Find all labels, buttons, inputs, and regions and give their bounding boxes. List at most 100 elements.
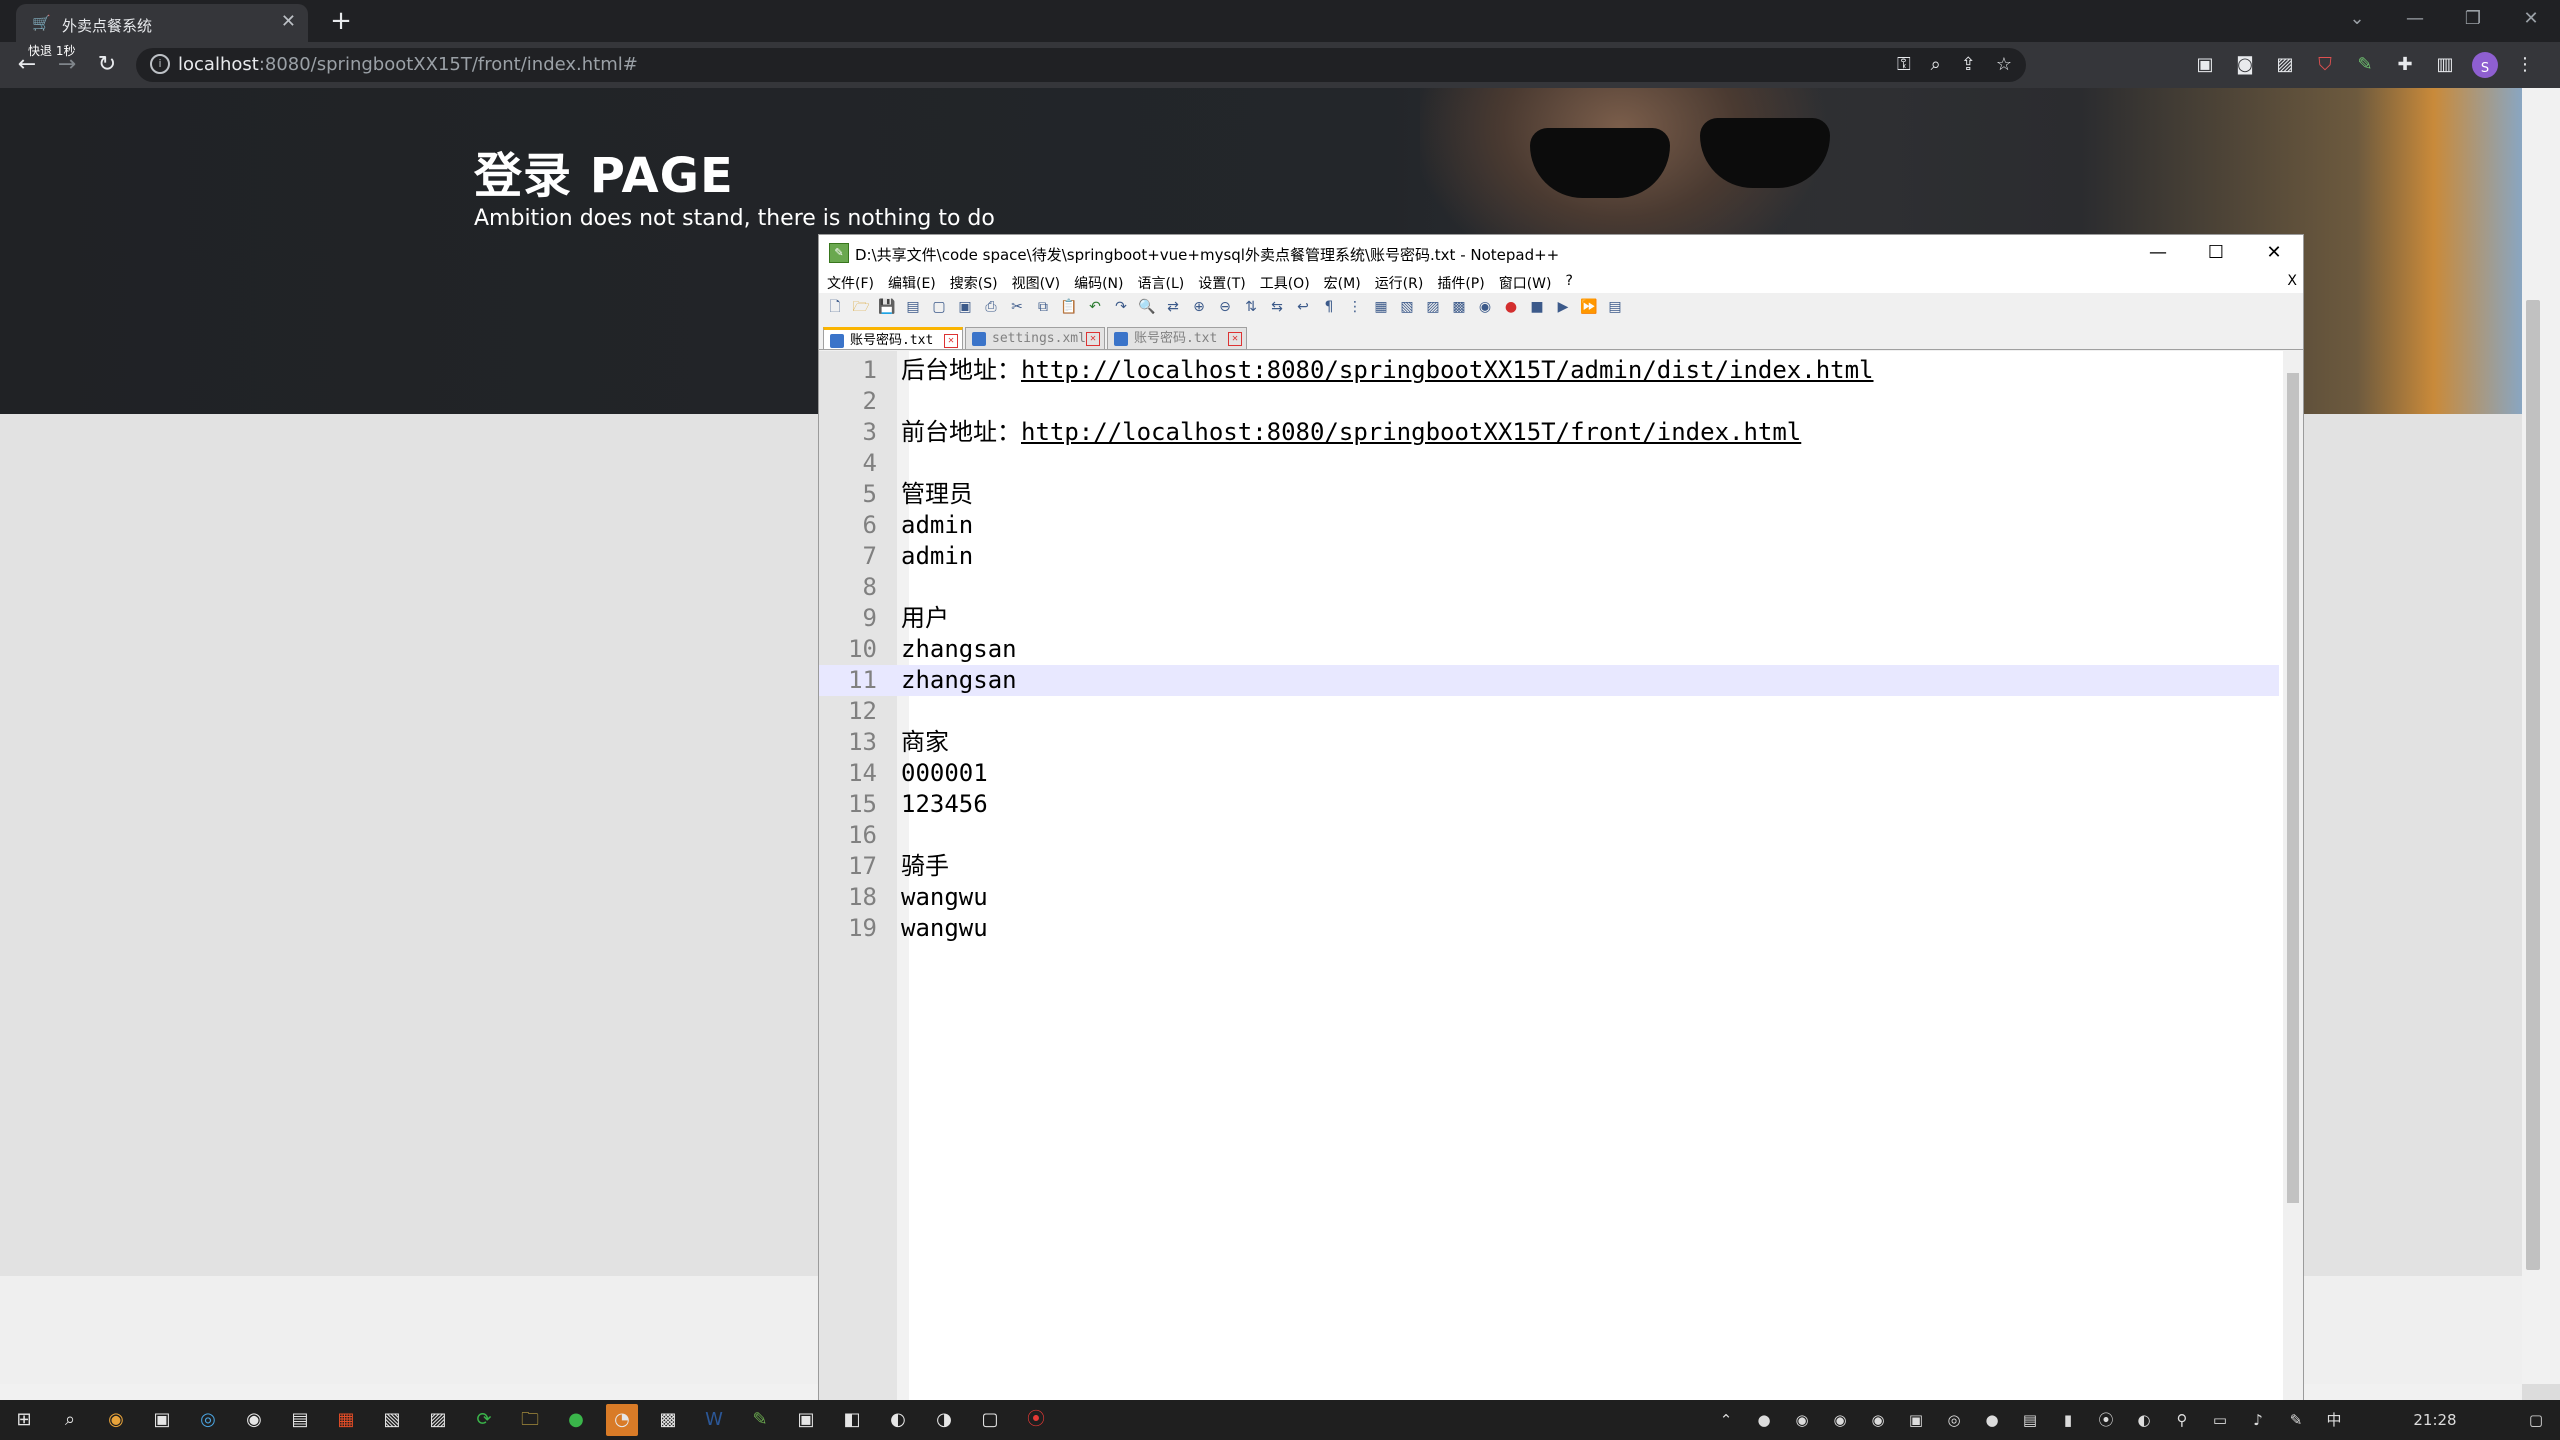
editor-line[interactable]: 10 zhangsan [819,634,2279,665]
notepadpp-taskbar-icon[interactable]: ✎ [744,1404,776,1436]
npp-tab-active[interactable]: 账号密码.txt ✕ [823,327,963,349]
editor-line[interactable]: 2 [819,386,2279,417]
stop-macro-icon[interactable]: ■ [1527,297,1547,317]
edge-icon[interactable]: ◎ [192,1404,224,1436]
editor-line[interactable]: 17 骑手 [819,851,2279,882]
tray-icon[interactable]: ▮ [2056,1404,2080,1436]
cut-icon[interactable]: ✂ [1007,297,1027,317]
reload-button[interactable]: ↻ [90,48,124,82]
search-icon[interactable]: ⌕ [54,1404,86,1436]
open-folder-icon[interactable]: 🗁 [851,297,871,317]
editor-line[interactable]: 9 用户 [819,603,2279,634]
show-all-icon[interactable]: ¶ [1319,297,1339,317]
editor-line[interactable]: 19 wangwu [819,913,2279,944]
print-icon[interactable]: ⎙ [981,297,1001,317]
browser-tab[interactable]: 🛒 外卖点餐系统 ✕ [16,4,308,42]
tray-icon[interactable]: ⚲ [2170,1404,2194,1436]
word-icon[interactable]: W [698,1404,730,1436]
tray-icon[interactable]: ◉ [1866,1404,1890,1436]
close-window-icon[interactable]: ✕ [2502,0,2560,42]
tray-icon[interactable]: ● [1980,1404,2004,1436]
app-icon[interactable]: ▦ [330,1404,362,1436]
close-tab-icon[interactable]: ✕ [281,11,296,32]
npp-menu-item[interactable]: 设置(T) [1198,273,1245,293]
sidepanel-icon[interactable]: ▥ [2432,48,2458,82]
menu-kebab-icon[interactable]: ⋮ [2512,48,2538,82]
app-icon[interactable]: ▨ [422,1404,454,1436]
monitor-icon[interactable]: ◉ [1475,297,1495,317]
save-macro-icon[interactable]: ▤ [1605,297,1625,317]
chrome-icon[interactable]: ◉ [100,1404,132,1436]
npp-menu-item[interactable]: 视图(V) [1012,273,1061,293]
redo-icon[interactable]: ↷ [1111,297,1131,317]
editor-line[interactable]: 5 管理员 [819,479,2279,510]
npp-menu-item[interactable]: 编辑(E) [888,273,936,293]
replace-icon[interactable]: ⇄ [1163,297,1183,317]
page-scrollbar-thumb[interactable] [2526,300,2540,1270]
tab-close-icon[interactable]: ✕ [944,334,958,348]
app-icon[interactable]: ▣ [790,1404,822,1436]
copy-icon[interactable]: ⧉ [1033,297,1053,317]
ime-icon[interactable]: 中 [2322,1404,2346,1436]
editor-lines[interactable]: 1 后台地址：http://localhost:8080/springbootXX… [819,355,2279,944]
wrap-icon[interactable]: ↩ [1293,297,1313,317]
editor-scrollbar-thumb[interactable] [2287,373,2299,1203]
dropper-icon[interactable]: ✎ [2352,48,2378,82]
notification-icon[interactable]: ▢ [2524,1404,2548,1436]
npp-menu-item[interactable]: 运行(R) [1375,273,1424,293]
app-icon[interactable]: ◐ [882,1404,914,1436]
npp-menu-item[interactable]: 宏(M) [1324,273,1361,293]
play-macro-icon[interactable]: ▶ [1553,297,1573,317]
zoom-in-icon[interactable]: ⊕ [1189,297,1209,317]
close-all-icon[interactable]: ▣ [955,297,975,317]
minimize-icon[interactable]: — [2386,0,2444,42]
tray-icon[interactable]: ▣ [1904,1404,1928,1436]
tray-icon[interactable]: ▤ [2018,1404,2042,1436]
func-list-icon[interactable]: ▨ [1423,297,1443,317]
app-icon[interactable]: ◑ [928,1404,960,1436]
find-icon[interactable]: 🔍 [1137,297,1157,317]
editor-line[interactable]: 12 [819,696,2279,727]
editor-line[interactable]: 4 [819,448,2279,479]
npp-maximize-icon[interactable]: ☐ [2187,235,2245,271]
app-icon[interactable]: ◧ [836,1404,868,1436]
app-icon[interactable]: ◔ [606,1404,638,1436]
clock[interactable]: 21:28 [2360,1404,2510,1436]
app-icon[interactable]: ▩ [652,1404,684,1436]
line-link[interactable]: http://localhost:8080/springbootXX15T/ad… [1021,356,1874,384]
run-macro-multiple-icon[interactable]: ⏩ [1579,297,1599,317]
tray-icon[interactable]: ◎ [1942,1404,1966,1436]
editor-line[interactable]: 7 admin [819,541,2279,572]
npp-menu-item[interactable]: 搜索(S) [950,273,998,293]
save-icon[interactable]: 💾 [877,297,897,317]
editor-line[interactable]: 3 前台地址：http://localhost:8080/springbootXX… [819,417,2279,448]
tab-search-icon[interactable]: ⌄ [2328,0,2386,42]
share-icon[interactable]: ⇪ [1961,54,1976,75]
tray-icon[interactable]: ◉ [1790,1404,1814,1436]
restore-icon[interactable]: ❐ [2444,0,2502,42]
bookmark-star-icon[interactable]: ☆ [1996,54,2012,75]
editor-line[interactable]: 1 后台地址：http://localhost:8080/springbootXX… [819,355,2279,386]
profile-avatar[interactable]: S [2472,52,2498,78]
zoom-icon[interactable]: ⌕ [1931,54,1941,75]
key-icon[interactable]: ⚿ [1897,54,1911,75]
tray-expand-icon[interactable]: ⌃ [1714,1404,1738,1436]
indent-guide-icon[interactable]: ⋮ [1345,297,1365,317]
npp-menu-item[interactable]: ? [1566,273,1573,293]
line-link[interactable]: http://localhost:8080/springbootXX15T/fr… [1021,418,1801,446]
image-icon[interactable]: ▨ [2272,48,2298,82]
close-file-icon[interactable]: ▢ [929,297,949,317]
doc-map-icon[interactable]: ▧ [1397,297,1417,317]
tray-icon[interactable]: ● [1752,1404,1776,1436]
folder-workspace-icon[interactable]: ▩ [1449,297,1469,317]
app-icon[interactable]: ◉ [238,1404,270,1436]
npp-menu-item[interactable]: 插件(P) [1437,273,1484,293]
volume-icon[interactable]: ♪ [2246,1404,2270,1436]
pen-icon[interactable]: ✎ [2284,1404,2308,1436]
paste-icon[interactable]: 📋 [1059,297,1079,317]
npp-menu-item[interactable]: 工具(O) [1260,273,1310,293]
npp-menu-item[interactable]: 窗口(W) [1499,273,1552,293]
npp-menu-item[interactable]: 文件(F) [827,273,874,293]
tray-icon[interactable]: ⦿ [2094,1404,2118,1436]
editor-line[interactable]: 15 123456 [819,789,2279,820]
